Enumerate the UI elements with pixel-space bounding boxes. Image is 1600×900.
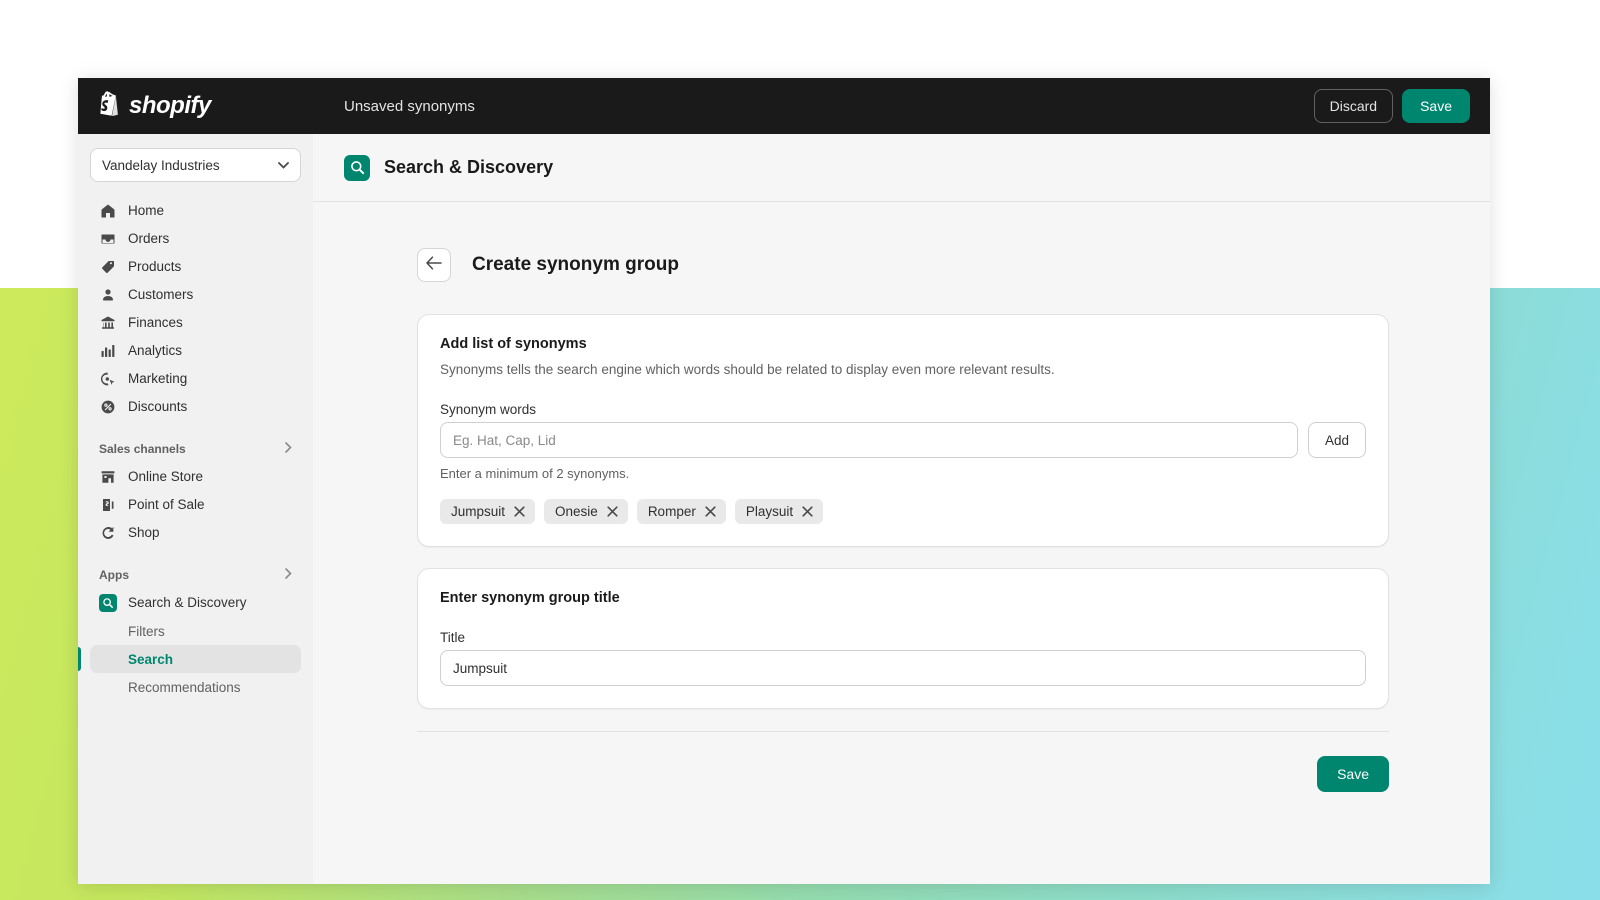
sidebar-item-label: Point of Sale bbox=[128, 497, 205, 513]
sidebar-item-label: Search & Discovery bbox=[128, 595, 247, 611]
store-switcher[interactable]: Vandelay Industries bbox=[90, 148, 301, 182]
sidebar-item-products[interactable]: Products bbox=[90, 253, 301, 281]
chevron-right-icon bbox=[285, 568, 292, 582]
add-synonym-button[interactable]: Add bbox=[1308, 422, 1366, 458]
sidebar-item-label: Analytics bbox=[128, 343, 183, 359]
sidebar-item-home[interactable]: Home bbox=[90, 197, 301, 225]
sidebar-subitem-recommendations[interactable]: Recommendations bbox=[90, 673, 301, 701]
sidebar-group-label: Apps bbox=[99, 568, 129, 582]
synonym-chip-label: Romper bbox=[647, 504, 696, 519]
synonyms-help-text: Enter a minimum of 2 synonyms. bbox=[440, 466, 630, 481]
remove-chip-icon[interactable] bbox=[514, 506, 525, 517]
store-name: Vandelay Industries bbox=[102, 157, 220, 173]
sidebar-subitem-label: Recommendations bbox=[128, 679, 241, 695]
synonyms-card-title: Add list of synonyms bbox=[440, 336, 587, 352]
sidebar-item-marketing[interactable]: Marketing bbox=[90, 365, 301, 393]
footer-actions: Save bbox=[417, 732, 1389, 792]
analytics-bars-icon bbox=[99, 342, 117, 360]
title-card: Enter synonym group title Title bbox=[417, 568, 1389, 709]
marketing-target-icon bbox=[99, 370, 117, 388]
synonyms-card: Add list of synonyms Synonyms tells the … bbox=[417, 314, 1389, 547]
sidebar-item-label: Finances bbox=[128, 315, 183, 331]
page-header: Create synonym group bbox=[417, 248, 1389, 282]
shopify-bag-icon bbox=[96, 90, 121, 123]
synonym-chip-label: Onesie bbox=[555, 504, 598, 519]
sidebar-item-search-and-discovery[interactable]: Search & Discovery bbox=[90, 589, 301, 617]
discard-button[interactable]: Discard bbox=[1313, 89, 1394, 123]
sidebar-item-label: Orders bbox=[128, 231, 170, 247]
remove-chip-icon[interactable] bbox=[607, 506, 618, 517]
sidebar-item-discounts[interactable]: Discounts bbox=[90, 393, 301, 421]
remove-chip-icon[interactable] bbox=[705, 506, 716, 517]
sidebar-item-shop[interactable]: Shop bbox=[90, 519, 301, 547]
sidebar-item-analytics[interactable]: Analytics bbox=[90, 337, 301, 365]
sidebar-item-label: Discounts bbox=[128, 399, 188, 415]
sidebar-subitem-label: Search bbox=[128, 651, 174, 667]
app-header-title: Search & Discovery bbox=[384, 157, 554, 177]
shopify-logo[interactable]: shopify bbox=[78, 90, 313, 123]
main-content: Search & Discovery Create synonym group bbox=[313, 134, 1490, 884]
sidebar-item-orders[interactable]: Orders bbox=[90, 225, 301, 253]
finances-bank-icon bbox=[99, 314, 117, 332]
top-bar-actions: Discard Save bbox=[1313, 78, 1470, 134]
synonym-words-input[interactable] bbox=[440, 422, 1298, 458]
sidebar-item-label: Marketing bbox=[128, 371, 188, 387]
title-input[interactable] bbox=[440, 650, 1366, 686]
app-header: Search & Discovery bbox=[313, 134, 1490, 202]
synonym-chip[interactable]: Onesie bbox=[544, 499, 628, 524]
page-title: Create synonym group bbox=[472, 254, 679, 275]
sidebar-subitem-filters[interactable]: Filters bbox=[90, 617, 301, 645]
arrow-left-icon bbox=[426, 255, 442, 275]
synonym-chip[interactable]: Jumpsuit bbox=[440, 499, 536, 524]
sidebar-item-finances[interactable]: Finances bbox=[90, 309, 301, 337]
shop-icon bbox=[99, 524, 117, 542]
sidebar-item-point-of-sale[interactable]: Point of Sale bbox=[90, 491, 301, 519]
synonym-chip-label: Jumpsuit bbox=[451, 504, 506, 519]
sidebar-item-label: Products bbox=[128, 259, 182, 275]
products-tag-icon bbox=[99, 258, 117, 276]
sidebar-group-sales-channels[interactable]: Sales channels bbox=[90, 435, 301, 463]
remove-chip-icon[interactable] bbox=[802, 506, 813, 517]
synonym-chip[interactable]: Romper bbox=[636, 499, 726, 524]
sidebar-item-label: Customers bbox=[128, 287, 194, 303]
synonym-words-label: Synonym words bbox=[440, 402, 537, 417]
chevron-right-icon bbox=[285, 442, 292, 456]
sidebar-item-label: Home bbox=[128, 203, 165, 219]
synonym-chip-label: Playsuit bbox=[745, 504, 794, 519]
title-field-label: Title bbox=[440, 630, 466, 645]
sidebar-item-label: Online Store bbox=[128, 469, 204, 485]
page-body: Create synonym group Add list of synonym… bbox=[313, 202, 1490, 792]
search-discovery-app-icon bbox=[99, 594, 117, 612]
discounts-percent-icon bbox=[99, 398, 117, 416]
orders-icon bbox=[99, 230, 117, 248]
shopify-wordmark: shopify bbox=[129, 92, 211, 119]
shopify-admin-window: shopify Unsaved synonyms Discard Save Va… bbox=[78, 78, 1490, 884]
sidebar-subitem-search[interactable]: Search bbox=[78, 645, 301, 673]
synonyms-card-description: Synonyms tells the search engine which w… bbox=[440, 362, 1055, 377]
sidebar-group-apps[interactable]: Apps bbox=[90, 561, 301, 589]
unsaved-changes-title: Unsaved synonyms bbox=[344, 97, 475, 115]
online-store-icon bbox=[99, 468, 117, 486]
back-button[interactable] bbox=[417, 248, 451, 282]
synonym-chip-list: Jumpsuit Onesie Romper Playsuit bbox=[440, 499, 1366, 524]
synonym-chip[interactable]: Playsuit bbox=[734, 499, 824, 524]
search-discovery-app-icon bbox=[344, 154, 370, 181]
customers-person-icon bbox=[99, 286, 117, 304]
sidebar-item-online-store[interactable]: Online Store bbox=[90, 463, 301, 491]
sidebar-item-label: Shop bbox=[128, 525, 160, 541]
sidebar: Vandelay Industries Home Orders Products… bbox=[78, 134, 313, 884]
home-icon bbox=[99, 202, 117, 220]
sidebar-group-label: Sales channels bbox=[99, 442, 186, 456]
sidebar-item-customers[interactable]: Customers bbox=[90, 281, 301, 309]
save-button-topbar[interactable]: Save bbox=[1402, 89, 1470, 123]
chevron-down-icon bbox=[278, 156, 289, 174]
top-bar: shopify Unsaved synonyms Discard Save bbox=[78, 78, 1490, 134]
save-button-footer[interactable]: Save bbox=[1317, 756, 1389, 792]
point-of-sale-icon bbox=[99, 496, 117, 514]
sidebar-subitem-label: Filters bbox=[128, 623, 165, 639]
title-card-title: Enter synonym group title bbox=[440, 590, 620, 606]
